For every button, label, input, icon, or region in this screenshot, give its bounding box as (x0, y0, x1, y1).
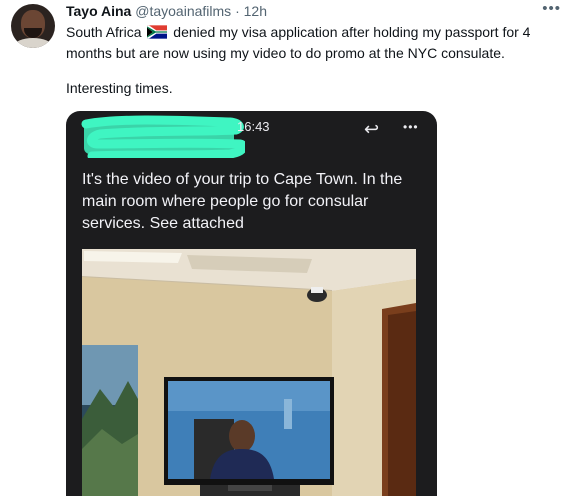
tweet-time[interactable]: 12h (244, 3, 267, 19)
tweet-media[interactable]: 16:43 ↩ ••• It's the video of your trip … (66, 111, 437, 496)
tweet-header: Tayo Aina @tayoainafilms · 12h (66, 3, 267, 19)
redaction-scribble (81, 115, 245, 158)
consulate-room-photo (82, 249, 416, 496)
separator: · (235, 3, 240, 19)
tweet-text: South Africa denied my visa application … (66, 22, 561, 64)
author-name[interactable]: Tayo Aina (66, 3, 131, 19)
message-text: It's the video of your trip to Cape Town… (82, 171, 403, 232)
author-handle[interactable]: @tayoainafilms (135, 3, 231, 19)
phone-time: 16:43 (237, 119, 270, 134)
avatar[interactable] (11, 4, 55, 48)
reply-arrow-icon: ↩ (364, 119, 380, 139)
tweet-text-line1: denied my visa application after holding… (173, 24, 531, 40)
south-africa-flag-icon (147, 25, 168, 39)
tweet-text-country: South Africa (66, 24, 142, 40)
phone-more-icon: ••• (403, 120, 419, 134)
more-options-icon[interactable]: ••• (542, 0, 561, 17)
tweet-text-para2: Interesting times. (66, 80, 173, 96)
tweet-text-line2: months but are now using my video to do … (66, 45, 505, 61)
